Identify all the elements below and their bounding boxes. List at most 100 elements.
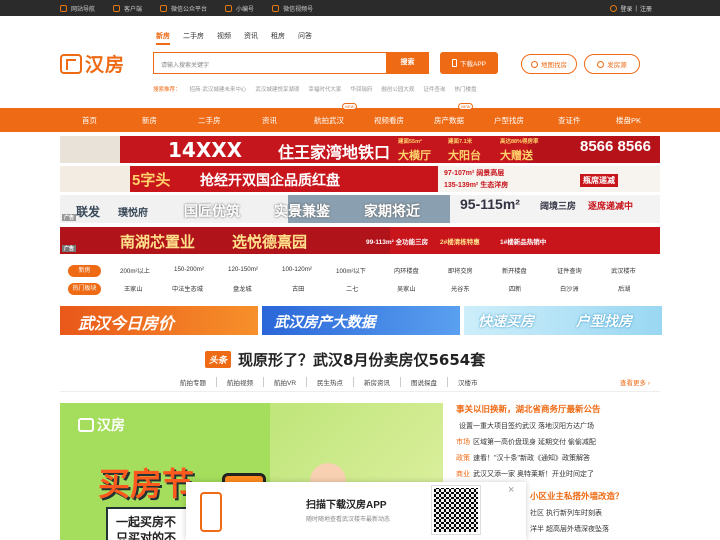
filter-link[interactable]: 证件查询 bbox=[557, 266, 582, 275]
hot-link[interactable]: 融创公园大观 bbox=[381, 85, 414, 93]
filter-link[interactable]: 二七 bbox=[346, 284, 358, 293]
search-button[interactable]: 搜索 bbox=[386, 52, 429, 74]
promo-big-data[interactable]: 武汉房产大数据 bbox=[262, 306, 460, 335]
news-item[interactable]: 政策 速看！"汉十条"新政《通知》政策解答 bbox=[456, 453, 661, 463]
promo-today-price[interactable]: 武汉今日房价 bbox=[60, 306, 258, 335]
ad-banner-2[interactable]: 5字头 抢经开双国企品质红盘 97-107m² 阔景高层 135-139m² 生… bbox=[60, 166, 660, 192]
wechat-link[interactable]: 微信公众平台 bbox=[160, 4, 207, 13]
filter-link[interactable]: 吴家山 bbox=[397, 284, 416, 293]
tab-rent[interactable]: 租房 bbox=[271, 31, 285, 45]
hot-link[interactable]: 华润瑞府 bbox=[350, 85, 372, 93]
login-link[interactable]: 登录 bbox=[620, 4, 632, 13]
more-link[interactable]: 查看更多 › bbox=[620, 377, 650, 387]
hot-link[interactable]: 证件查询 bbox=[423, 85, 445, 93]
hot-searches: 搜索推荐： 招商·武汉城建未来中心 武汉城建悦享湖璟 幸福时代大家 华润瑞府 融… bbox=[153, 85, 477, 93]
ad-banner-3[interactable]: 联发 璞悦府 国匠优筑 实景兼鉴 家期将近 95-115m² 阔境三房 逐席递减… bbox=[60, 195, 660, 223]
tab-video[interactable]: 视频 bbox=[217, 31, 231, 45]
nav-certificate[interactable]: 查证件 bbox=[558, 115, 581, 126]
ad-banner-1[interactable]: 14XXX 住王家湾地铁口 建面55m² 大横厅 建面7.1米 大阳台 高达88… bbox=[60, 136, 660, 163]
filter-link[interactable]: 盘龙城 bbox=[233, 284, 252, 293]
filter-label: 热门板块 bbox=[68, 283, 101, 295]
logo-icon bbox=[60, 53, 82, 74]
filter-link[interactable]: 即将交房 bbox=[448, 266, 473, 275]
download-app-button[interactable]: 下载APP bbox=[440, 52, 498, 74]
phone-icon bbox=[113, 5, 121, 12]
hot-link[interactable]: 招商·武汉城建未来中心 bbox=[190, 85, 247, 93]
filter-link[interactable]: 后湖 bbox=[618, 284, 630, 293]
news-item[interactable]: 洋半 超高层外墙深夜坠落 bbox=[530, 524, 660, 534]
filter-link[interactable]: 中法生态城 bbox=[172, 284, 203, 293]
news-item[interactable]: 社区 执行新列车时刻表 bbox=[530, 508, 660, 518]
filter-link[interactable]: 古田 bbox=[292, 284, 304, 293]
editor-icon bbox=[225, 5, 233, 12]
sublink[interactable]: 民生热点 bbox=[307, 377, 355, 387]
news-item[interactable]: 商业 武汉又添一家 奥特莱斯！开业时间定了 bbox=[456, 469, 661, 479]
hot-link[interactable]: 武汉城建悦享湖璟 bbox=[255, 85, 299, 93]
search-input[interactable]: 请输入搜索关键字 bbox=[153, 52, 386, 74]
sublink[interactable]: 图说探盘 bbox=[401, 377, 449, 387]
popup-subtitle: 随时随地查看武汉楼市最新动态 bbox=[306, 517, 391, 523]
headline-sublinks: 航拍专题 航拍视频 航拍VR 民生热点 新房资讯 图说探盘 汉楼市 bbox=[170, 377, 488, 387]
sublink[interactable]: 新房资讯 bbox=[354, 377, 402, 387]
register-link[interactable]: 注册 bbox=[640, 4, 652, 13]
video-channel-link[interactable]: 微信视频号 bbox=[272, 4, 313, 13]
wechat-icon bbox=[160, 5, 168, 12]
app-download-popup: 扫描下载汉房APP 随时随地查看武汉楼市最新动态 × bbox=[186, 482, 526, 540]
news-item[interactable]: 设置一重大项目签约武汉 落地汉阳方达广场 bbox=[456, 421, 661, 431]
nav-aerial[interactable]: 航拍武汉 bbox=[314, 115, 344, 126]
site-nav-link[interactable]: 网站导航 bbox=[60, 4, 95, 13]
nav-pk[interactable]: 楼盘PK bbox=[616, 115, 641, 126]
filter-link[interactable]: 150-200m² bbox=[174, 266, 204, 273]
main-nav: 首页 新房 二手房 资讯 航拍武汉 视频看房 房产数据 户型找房 查证件 楼盘P… bbox=[0, 103, 720, 132]
headline[interactable]: 头条 现原形了？武汉8月份卖房仅5654套 bbox=[205, 349, 485, 370]
filter-link[interactable]: 100-120m² bbox=[282, 266, 312, 273]
filter-link[interactable]: 四新 bbox=[509, 284, 521, 293]
publish-listing-button[interactable]: 发房源 bbox=[584, 54, 640, 74]
filter-link[interactable]: 内环楼盘 bbox=[394, 266, 419, 275]
tab-news[interactable]: 资讯 bbox=[244, 31, 258, 45]
site-logo[interactable]: 汉房 bbox=[60, 50, 125, 77]
tab-new-house[interactable]: 新房 bbox=[156, 31, 170, 45]
top-bar: 网站导航 客户端 微信公众平台 小编号 微信视频号 登录 | 注册 bbox=[0, 0, 720, 16]
promo-quick-buy[interactable]: 快速买房 户型找房 bbox=[464, 306, 662, 335]
filter-link[interactable]: 120-150m² bbox=[228, 266, 258, 273]
nav-layout[interactable]: 户型找房 bbox=[494, 115, 524, 126]
filter-link[interactable]: 王家山 bbox=[124, 284, 143, 293]
news-item[interactable]: 市场 区域第一高价盘现身 延期交付 偷偷减配 bbox=[456, 437, 661, 447]
nav-new-house[interactable]: 新房 bbox=[142, 115, 157, 126]
filter-link[interactable]: 新开楼盘 bbox=[502, 266, 527, 275]
banner-logo: 汉房 bbox=[78, 415, 125, 435]
grid-icon bbox=[60, 5, 67, 12]
filter-link[interactable]: 100m²以下 bbox=[336, 266, 366, 275]
tab-second-hand[interactable]: 二手房 bbox=[183, 31, 204, 45]
hot-link[interactable]: 幸福时代大家 bbox=[308, 85, 341, 93]
sublink[interactable]: 航拍VR bbox=[264, 377, 308, 387]
editor-link[interactable]: 小编号 bbox=[225, 4, 254, 13]
sublink[interactable]: 汉楼市 bbox=[448, 377, 488, 387]
phone-icon bbox=[200, 492, 222, 532]
filter-link[interactable]: 武汉楼市 bbox=[611, 266, 636, 275]
map-search-button[interactable]: 地图找房 bbox=[521, 54, 577, 74]
sublink[interactable]: 航拍视频 bbox=[217, 377, 264, 387]
nav-second-hand[interactable]: 二手房 bbox=[198, 115, 221, 126]
filter-label: 新房 bbox=[68, 265, 101, 277]
phone-icon bbox=[451, 59, 457, 67]
headline-tag: 头条 bbox=[205, 351, 232, 368]
nav-home[interactable]: 首页 bbox=[82, 115, 97, 126]
new-badge: NEW bbox=[458, 103, 474, 110]
news-head-2[interactable]: 小区业主私搭外墙改造？ bbox=[530, 490, 660, 502]
nav-data[interactable]: 房产数据 bbox=[434, 115, 464, 126]
sublink[interactable]: 航拍专题 bbox=[170, 377, 217, 387]
close-icon[interactable]: × bbox=[508, 484, 514, 496]
news-head[interactable]: 事关以旧换新，湖北省商务厅最新公告 bbox=[456, 403, 661, 415]
filter-link[interactable]: 光谷东 bbox=[451, 284, 470, 293]
tab-qa[interactable]: 问答 bbox=[298, 31, 312, 45]
filter-link[interactable]: 200m²以上 bbox=[120, 266, 150, 275]
client-link[interactable]: 客户端 bbox=[113, 4, 142, 13]
filter-link[interactable]: 白沙洲 bbox=[560, 284, 579, 293]
user-icon bbox=[610, 5, 618, 12]
nav-news[interactable]: 资讯 bbox=[262, 115, 277, 126]
hot-link[interactable]: 热门楼盘 bbox=[454, 85, 476, 93]
ad-banner-4[interactable]: 南湖芯置业 选悦德熹园 99-113m² 全功能三房 2#楼清栋特惠 1#楼新品… bbox=[60, 227, 660, 254]
nav-video[interactable]: 视频看房 bbox=[374, 115, 404, 126]
